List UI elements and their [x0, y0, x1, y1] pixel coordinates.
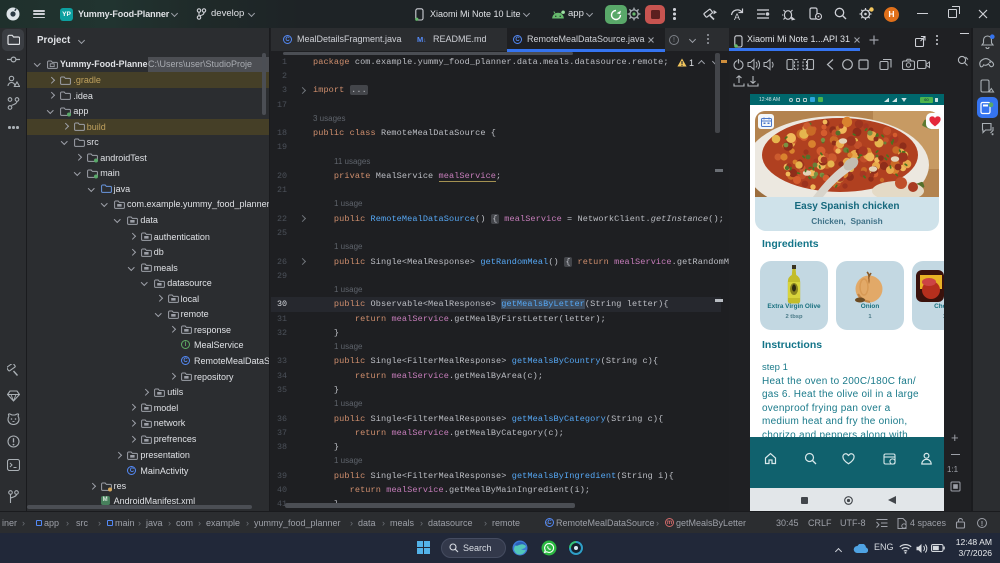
svg-text:A: A [734, 12, 740, 21]
